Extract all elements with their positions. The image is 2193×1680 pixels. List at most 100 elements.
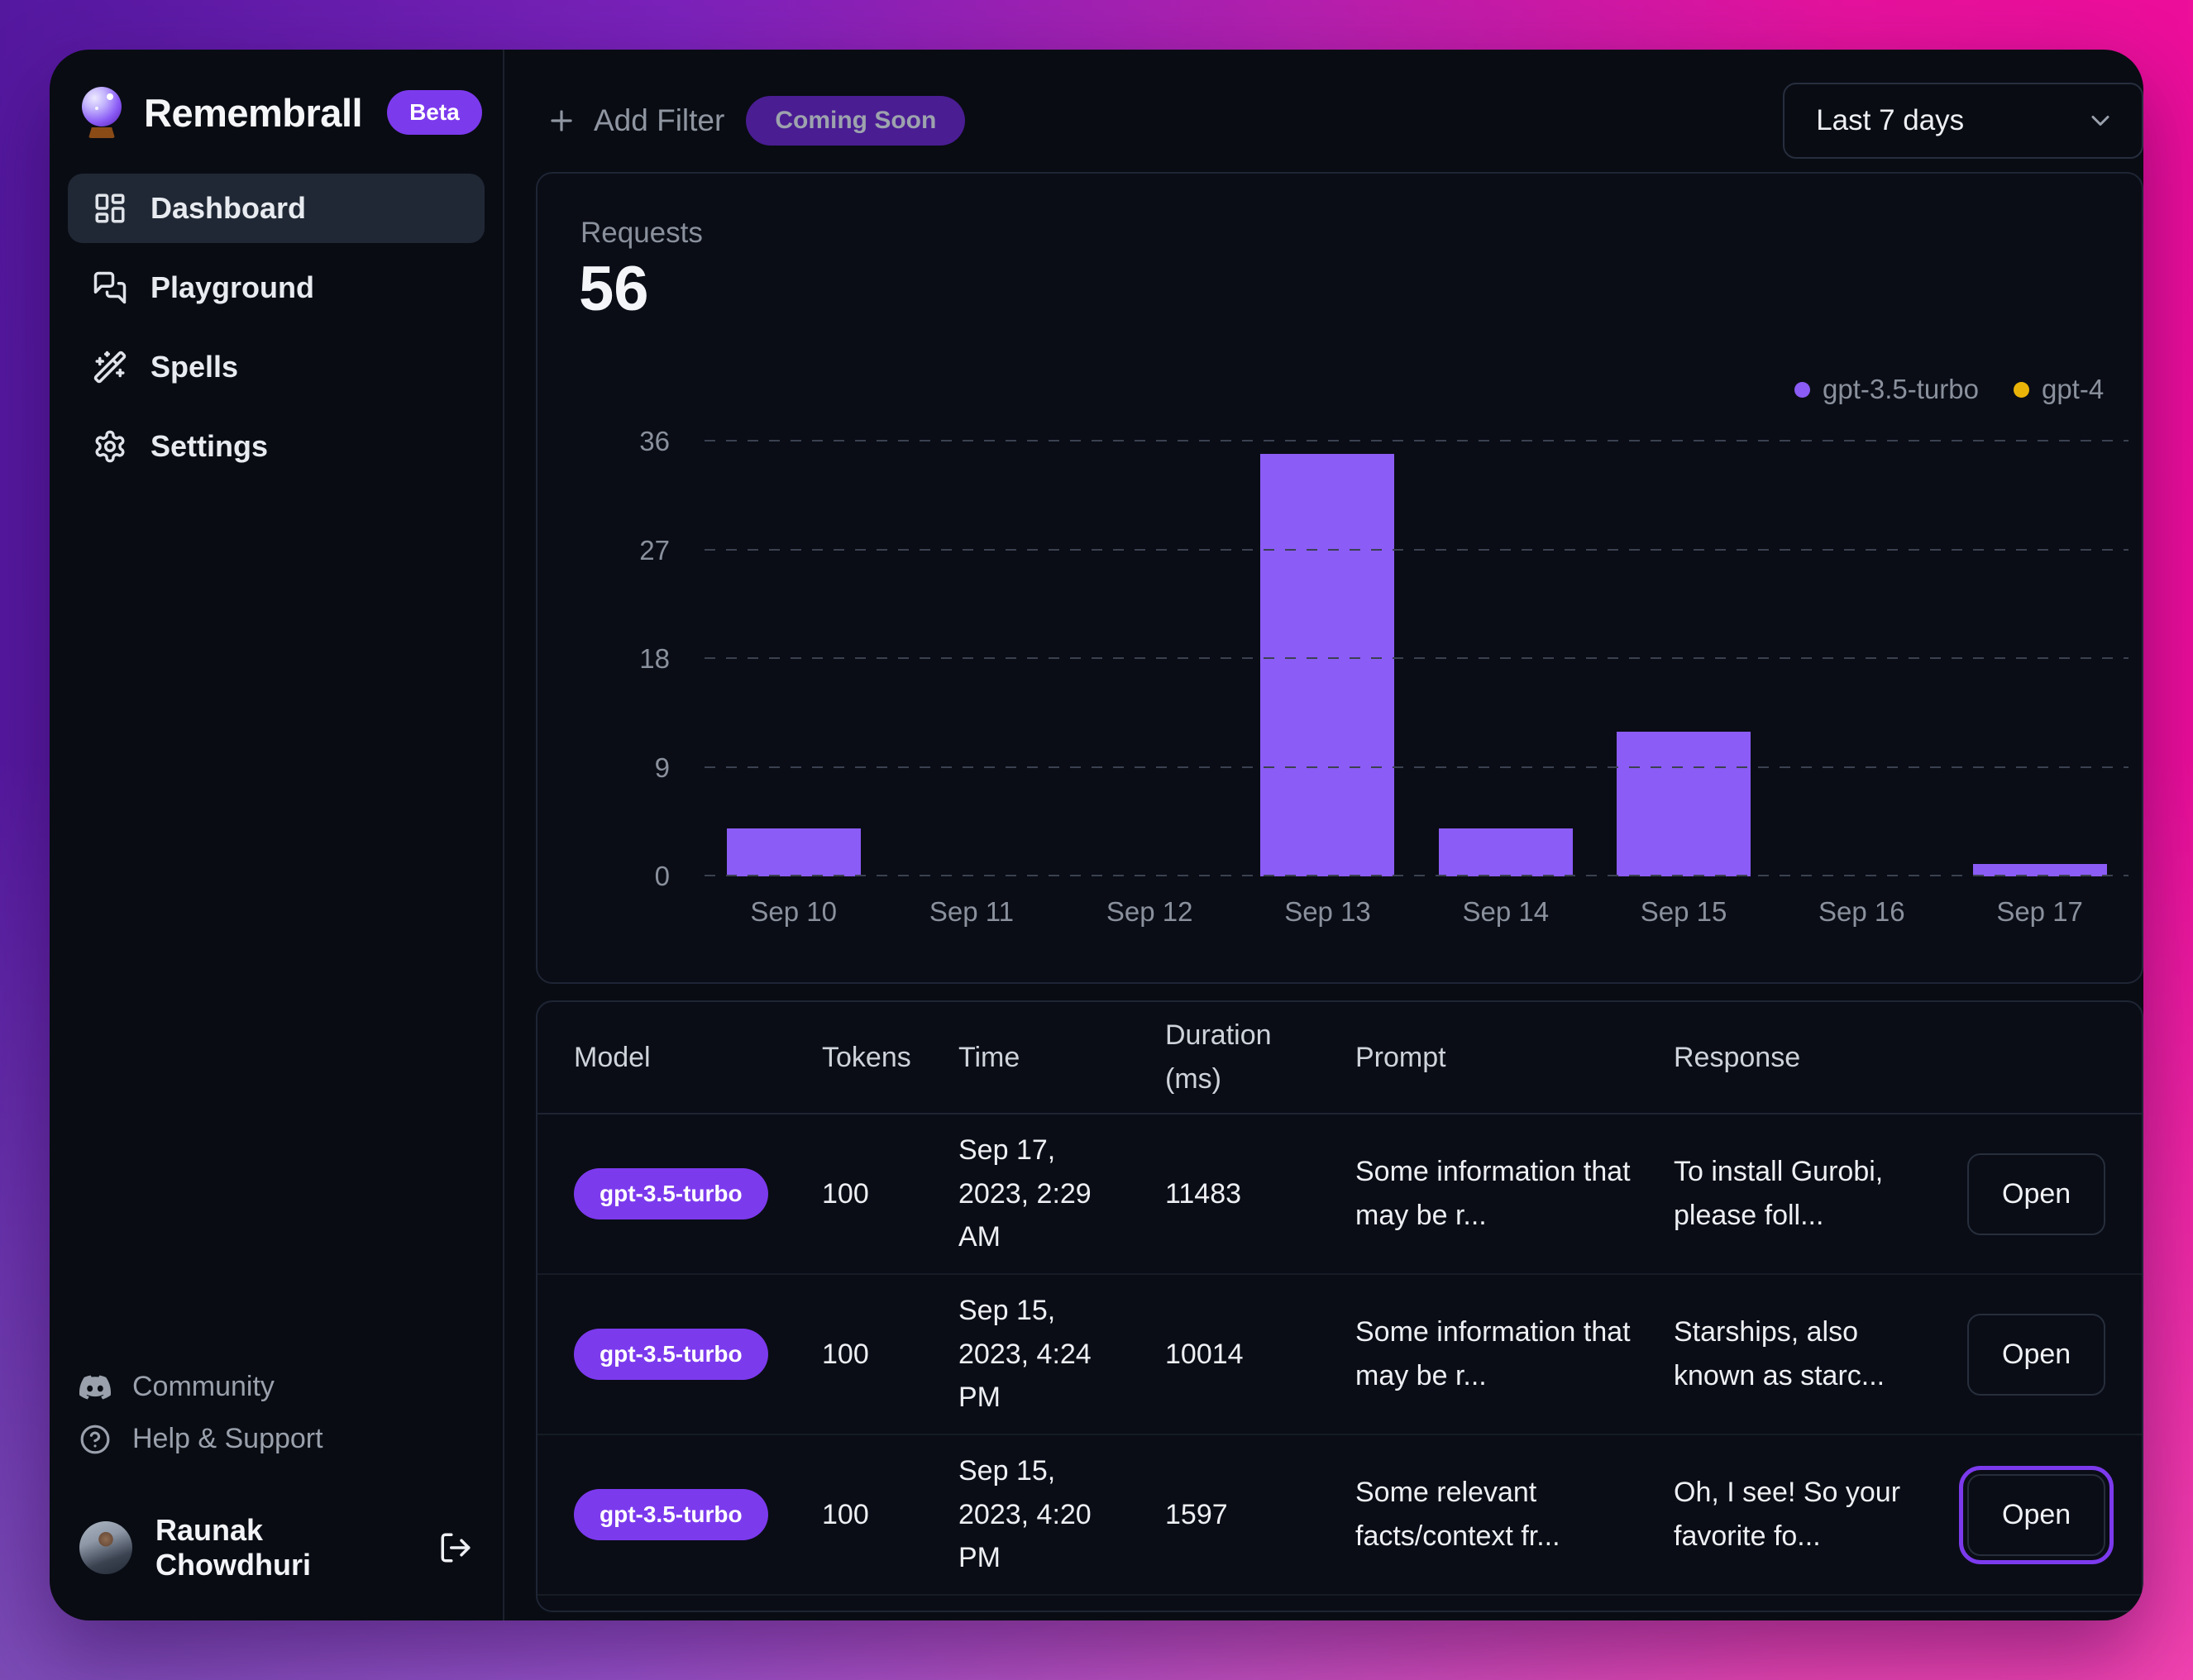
prompt-cell: Some information that may be r...: [1355, 1156, 1631, 1231]
sidebar-nav: Dashboard Playground Spells Settings: [68, 174, 485, 481]
x-axis-label: Sep 11: [929, 896, 1014, 927]
bar-chart-plot: 0 9 18 27 36: [639, 426, 2129, 891]
coming-soon-badge: Coming Soon: [746, 96, 966, 146]
x-axis-label: Sep 16: [1818, 896, 1905, 927]
x-axis-label: Sep 15: [1640, 896, 1727, 927]
plus-icon: [546, 105, 577, 136]
sidebar-footer-links: Community Help & Support: [79, 1371, 473, 1455]
chevron-down-icon: [2086, 106, 2115, 136]
prompt-cell: Some information that may be r...: [1355, 1316, 1631, 1391]
table-body: gpt-3.5-turbo 100 Sep 17, 2023, 2:29 AM 114…: [538, 1114, 2143, 1596]
bar-gpt-3.5-turbo: [726, 828, 861, 876]
app-logo-row: Remembrall Beta: [68, 83, 485, 142]
x-axis-label: Sep 12: [1106, 896, 1193, 927]
legend-dot: [2013, 381, 2029, 398]
tokens-cell: 100: [822, 1177, 869, 1210]
user-name: Raunak Chowdhuri: [155, 1513, 311, 1582]
date-range-select[interactable]: Last 7 days: [1783, 83, 2143, 159]
add-filter-button[interactable]: Add Filter: [536, 103, 724, 138]
sidebar-item-label: Dashboard: [150, 191, 307, 225]
user-row: Raunak Chowdhuri: [79, 1513, 473, 1582]
sidebar-item-spells[interactable]: Spells: [68, 332, 485, 402]
model-badge: gpt-3.5-turbo: [574, 1489, 768, 1540]
column-header-tokens: Tokens: [822, 1041, 911, 1073]
gear-icon: [93, 429, 127, 464]
requests-table-card: Model Tokens Time Duration (ms) Prompt R…: [536, 1000, 2143, 1612]
legend-label: gpt-3.5-turbo: [1823, 374, 1979, 404]
bar-slot-sep-12: [1061, 441, 1239, 876]
main-area: Add Filter Coming Soon Last 7 days Reque…: [504, 50, 2143, 1620]
y-axis-tick: 0: [654, 861, 670, 891]
sidebar-item-dashboard[interactable]: Dashboard: [68, 174, 485, 243]
prompt-cell: Some relevant facts/context fr...: [1355, 1477, 1560, 1552]
open-button[interactable]: Open: [1967, 1313, 2106, 1396]
table-row: gpt-3.5-turbo 100 Sep 15, 2023, 4:24 PM 100…: [538, 1275, 2143, 1435]
bar-slot-sep-13: [1239, 441, 1417, 876]
open-button[interactable]: Open: [1958, 1465, 2114, 1564]
bar-gpt-3.5-turbo: [1617, 731, 1751, 876]
magic-wand-icon: [93, 350, 127, 384]
sidebar-link-label: Help & Support: [132, 1423, 323, 1454]
bar-gpt-3.5-turbo: [1260, 453, 1395, 876]
y-axis-tick: 9: [654, 752, 670, 783]
legend-dot: [1794, 381, 1811, 398]
sidebar: Remembrall Beta Dashboard Playground Spell…: [50, 50, 504, 1620]
add-filter-label: Add Filter: [594, 103, 725, 137]
requests-label: Requests: [580, 217, 703, 249]
x-axis-label: Sep 14: [1462, 896, 1550, 927]
app-title: Remembrall: [144, 90, 363, 135]
sidebar-item-playground[interactable]: Playground: [68, 253, 485, 322]
requests-value: 56: [579, 254, 649, 324]
table-header-row: Model Tokens Time Duration (ms) Prompt R…: [538, 1002, 2143, 1114]
sidebar-link-community[interactable]: Community: [79, 1371, 473, 1403]
crystal-ball-icon: [78, 87, 126, 138]
y-axis-tick: 18: [639, 643, 670, 674]
logout-icon[interactable]: [438, 1530, 473, 1565]
discord-icon: [79, 1372, 111, 1403]
tokens-cell: 100: [822, 1338, 869, 1370]
bar-slot-sep-16: [1773, 441, 1951, 876]
open-button[interactable]: Open: [1967, 1153, 2106, 1235]
time-cell: Sep 17, 2023, 2:29 AM: [958, 1134, 1092, 1253]
layout-dashboard-icon: [93, 191, 127, 226]
x-axis-labels: Sep 10 Sep 11 Sep 12 Sep 13 Sep 14 Sep 15 Sep …: [705, 896, 2128, 928]
model-badge: gpt-3.5-turbo: [574, 1329, 768, 1380]
model-badge: gpt-3.5-turbo: [574, 1168, 768, 1219]
table-row: gpt-3.5-turbo 100 Sep 15, 2023, 4:20 PM 159…: [538, 1435, 2143, 1596]
help-circle-icon: [79, 1424, 111, 1455]
bar-gpt-3.5-turbo: [1438, 828, 1573, 876]
sidebar-link-help-support[interactable]: Help & Support: [79, 1423, 473, 1455]
requests-chart-card: Requests 56 gpt-3.5-turbo gpt-4 0 9 18 27 36 …: [536, 172, 2143, 984]
topbar: Add Filter Coming Soon Last 7 days: [536, 83, 2143, 159]
response-cell: Starships, also known as starc...: [1674, 1316, 1885, 1391]
column-header-response: Response: [1674, 1041, 1801, 1073]
bar-slot-sep-14: [1417, 441, 1594, 876]
response-cell: Oh, I see! So your favorite fo...: [1674, 1477, 1901, 1552]
bar-slot-sep-17: [1951, 441, 2128, 876]
sidebar-item-label: Settings: [150, 429, 269, 463]
sidebar-link-label: Community: [132, 1371, 275, 1402]
avatar: [79, 1521, 132, 1574]
bar-slot-sep-11: [882, 441, 1060, 876]
column-header-duration: Duration (ms): [1165, 1019, 1272, 1095]
duration-cell: 1597: [1165, 1498, 1228, 1530]
x-axis-label: Sep 17: [1996, 896, 2083, 927]
sidebar-item-settings[interactable]: Settings: [68, 412, 485, 481]
chat-bubbles-icon: [93, 270, 127, 305]
sidebar-item-label: Spells: [150, 350, 239, 384]
app-window: Remembrall Beta Dashboard Playground Spell…: [50, 50, 2143, 1620]
bar-slot-sep-10: [705, 441, 882, 876]
y-axis-tick: 27: [639, 534, 670, 566]
duration-cell: 10014: [1165, 1338, 1244, 1370]
column-header-time: Time: [958, 1041, 1020, 1073]
desktop-background: Remembrall Beta Dashboard Playground Spell…: [0, 0, 2193, 1680]
bar-slot-sep-15: [1594, 441, 1772, 876]
tokens-cell: 100: [822, 1498, 869, 1530]
legend-entry-gpt-4: gpt-4: [2013, 374, 2104, 405]
x-axis-label: Sep 10: [750, 896, 837, 927]
sidebar-item-label: Playground: [150, 270, 315, 304]
bars-layer: [705, 441, 2128, 876]
duration-cell: 11483: [1165, 1177, 1242, 1210]
gridline-y-36: [705, 440, 2129, 441]
response-cell: To install Gurobi, please foll...: [1674, 1156, 1884, 1231]
